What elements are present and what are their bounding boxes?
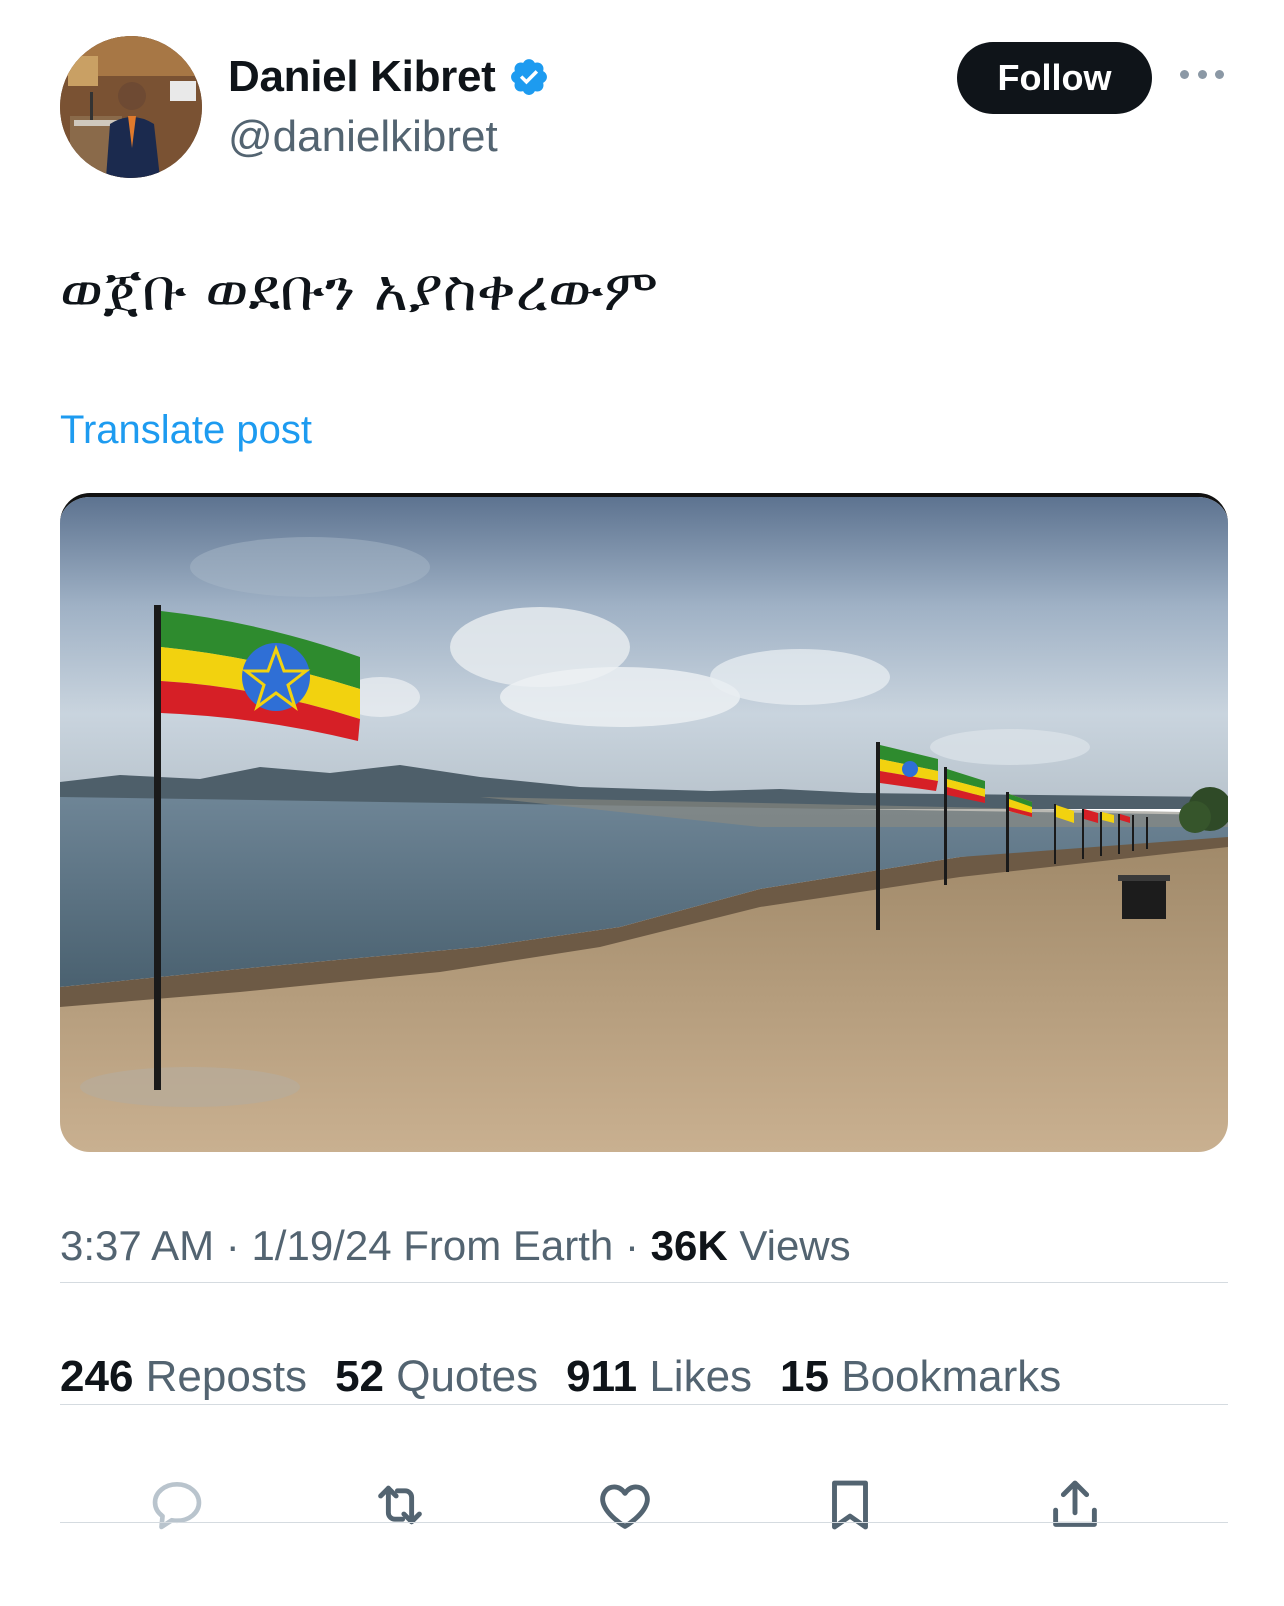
reposts-stat[interactable]: 246 Reposts — [60, 1352, 307, 1402]
views-count: 36K — [650, 1222, 728, 1269]
meta-separator: · — [613, 1222, 651, 1269]
like-icon[interactable] — [590, 1470, 660, 1540]
translate-post-link[interactable]: Translate post — [60, 408, 312, 453]
tweet-detail: Daniel Kibret @danielkibret Follow ወጀቡ ወ… — [0, 0, 1284, 1606]
avatar-image — [60, 36, 202, 178]
verified-badge-icon — [510, 59, 547, 95]
post-date[interactable]: 1/19/24 — [251, 1222, 391, 1269]
divider — [60, 1404, 1228, 1405]
divider — [60, 1282, 1228, 1283]
avatar[interactable] — [60, 36, 202, 178]
author-name-row: Daniel Kibret — [228, 52, 550, 102]
author-display-name[interactable]: Daniel Kibret — [228, 52, 496, 102]
engagement-stats: 246 Reposts 52 Quotes 911 Likes 15 Bookm… — [60, 1352, 1061, 1402]
author-handle[interactable]: @danielkibret — [228, 112, 498, 162]
post-media-image[interactable] — [60, 493, 1228, 1152]
post-source: From Earth — [391, 1222, 614, 1269]
views-label: Views — [727, 1222, 851, 1269]
action-bar — [60, 1470, 1228, 1550]
flags-by-lake-photo — [60, 497, 1228, 1152]
likes-stat[interactable]: 911 Likes — [566, 1352, 752, 1402]
meta-separator: · — [214, 1222, 252, 1269]
quotes-stat[interactable]: 52 Quotes — [335, 1352, 538, 1402]
post-text: ወጀቡ ወደቡን አያስቀረውም — [60, 256, 659, 324]
post-time[interactable]: 3:37 AM — [60, 1222, 214, 1269]
more-dots-icon[interactable] — [1180, 70, 1224, 82]
share-icon[interactable] — [1040, 1470, 1110, 1540]
divider — [60, 1522, 1228, 1523]
reply-icon[interactable] — [142, 1470, 212, 1540]
follow-button[interactable]: Follow — [957, 42, 1152, 114]
repost-icon[interactable] — [365, 1470, 435, 1540]
bookmark-icon[interactable] — [815, 1470, 885, 1540]
bookmarks-stat[interactable]: 15 Bookmarks — [780, 1352, 1061, 1402]
post-meta: 3:37 AM · 1/19/24 From Earth · 36K Views — [60, 1222, 851, 1270]
